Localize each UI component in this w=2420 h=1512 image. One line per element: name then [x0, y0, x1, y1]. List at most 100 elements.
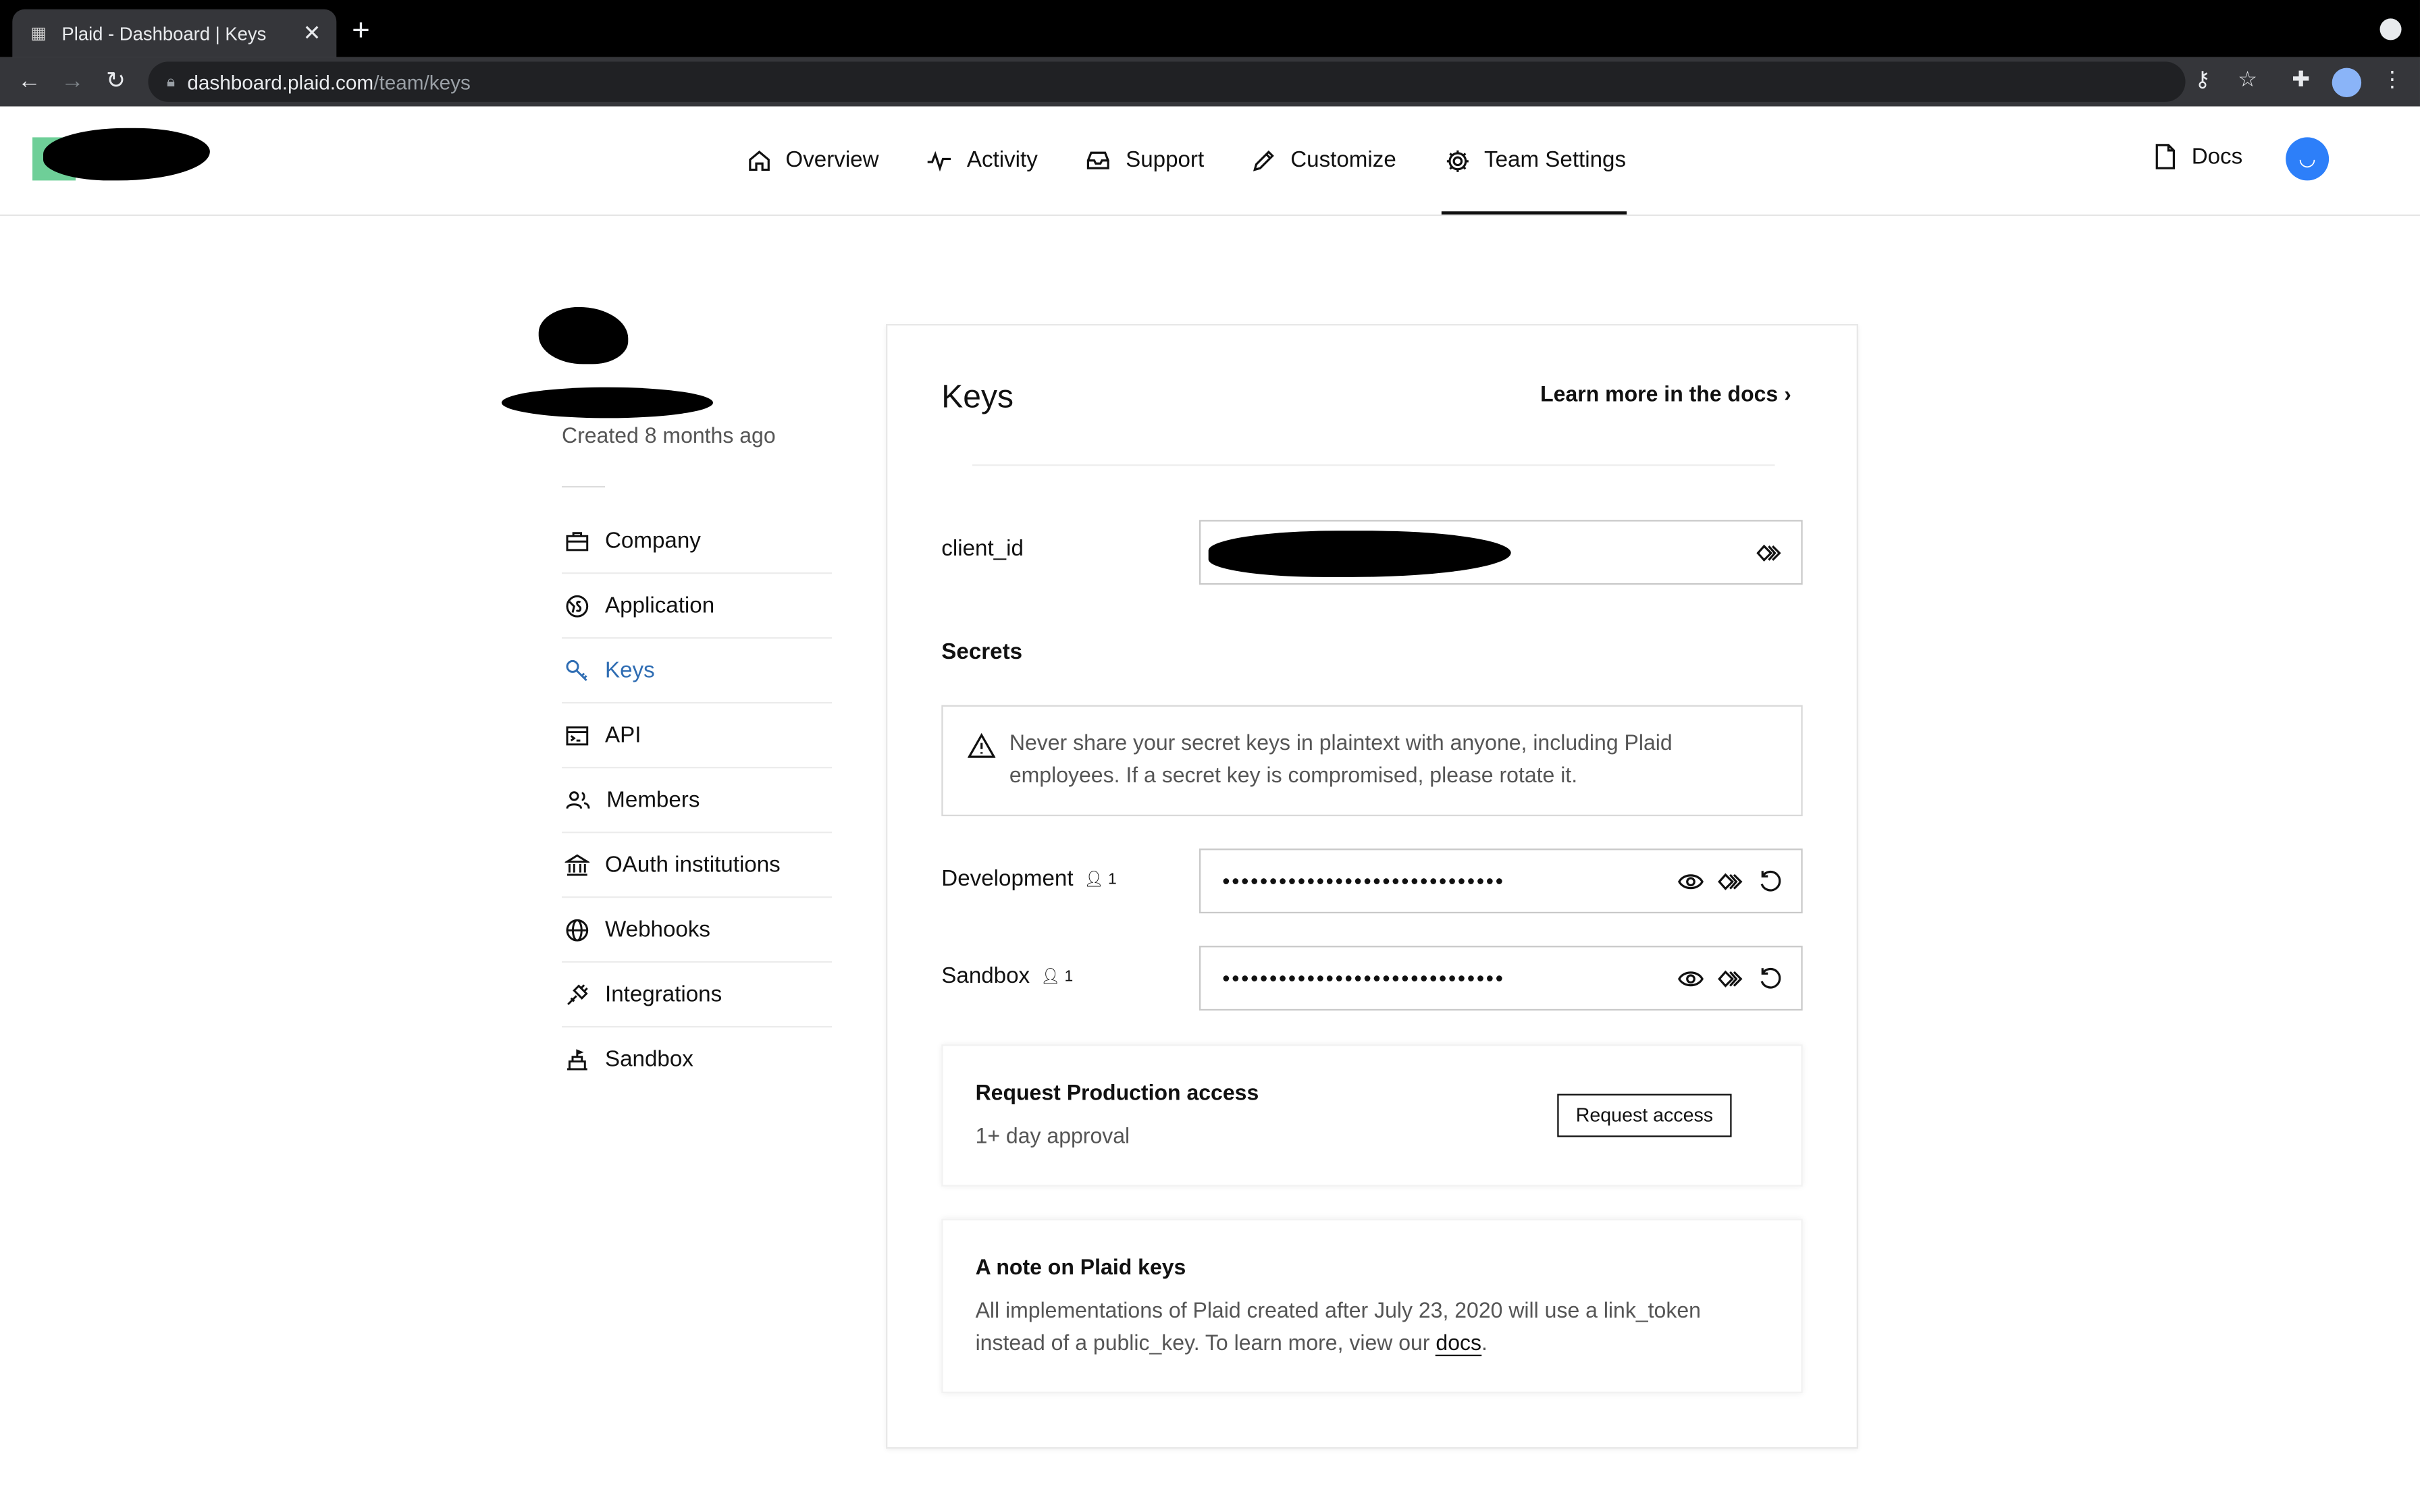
production-access-title: Request Production access — [975, 1079, 1259, 1105]
url-host: dashboard.plaid.com — [187, 70, 374, 94]
copy-icon[interactable] — [1718, 966, 1744, 992]
sandcastle-icon — [567, 1049, 587, 1071]
globe-icon — [566, 918, 589, 941]
bookmark-star-icon[interactable]: ☆ — [2238, 66, 2257, 92]
nav-team-settings-label: Team Settings — [1484, 148, 1627, 173]
production-access-panel: Request Production access 1+ day approva… — [941, 1044, 1803, 1187]
eye-icon[interactable] — [1678, 869, 1704, 895]
tab-search-icon[interactable] — [2379, 18, 2402, 40]
lock-icon: 🔒︎ — [166, 73, 176, 90]
sidebar-item-keys[interactable]: Keys — [561, 639, 832, 704]
copy-icon[interactable] — [1756, 540, 1783, 566]
sandbox-secret-label: Sandbox 👤︎ 1 — [941, 965, 1073, 990]
nav-team-settings[interactable]: Team Settings — [1441, 107, 1627, 215]
gear-icon — [1446, 149, 1469, 171]
title-divider — [972, 464, 1775, 466]
redacted-client-id — [1208, 531, 1511, 577]
development-secret-label: Development 👤︎ 1 — [941, 867, 1116, 892]
nav-support-label: Support — [1126, 148, 1205, 173]
keys-card: Keys Learn more in the docs › client_id … — [885, 323, 1858, 1449]
person-icon: 👤︎ — [1084, 871, 1104, 888]
extensions-icon[interactable]: ✚ — [2292, 66, 2310, 92]
key-password-icon[interactable]: ⚷ — [2194, 66, 2210, 92]
seat-count-value: 1 — [1064, 968, 1074, 986]
warning-icon — [968, 732, 996, 758]
browser-toolbar: ← → ↻ 🔒︎ dashboard.plaid.com/team/keys ⚷… — [0, 57, 2420, 107]
keys-note-panel: A note on Plaid keys All implementations… — [941, 1218, 1803, 1393]
sidebar-item-company[interactable]: Company — [561, 509, 832, 574]
sidebar-item-label: Webhooks — [604, 917, 710, 942]
team-created-date: Created 8 months ago — [561, 423, 776, 448]
briefcase-icon — [566, 531, 589, 551]
activity-icon — [928, 151, 951, 172]
sidebar-item-api[interactable]: API — [561, 703, 832, 769]
plaid-favicon-icon: ▦ — [30, 24, 47, 43]
nav-customize[interactable]: Customize — [1252, 107, 1396, 215]
sidebar-item-label: API — [604, 722, 641, 748]
secret-warning-notice: Never share your secret keys in plaintex… — [941, 705, 1803, 817]
sidebar-item-integrations[interactable]: Integrations — [561, 963, 832, 1028]
nav-activity-label: Activity — [966, 148, 1038, 173]
sidebar-item-label: Sandbox — [604, 1047, 693, 1073]
plug-icon — [567, 983, 588, 1004]
sidebar-item-webhooks[interactable]: Webhooks — [561, 898, 832, 963]
nav-customize-label: Customize — [1290, 148, 1396, 173]
sidebar-item-label: Keys — [604, 657, 655, 683]
masked-secret: •••••••••••••••••••••••••••••• — [1222, 868, 1505, 894]
masked-secret: •••••••••••••••••••••••••••••• — [1222, 965, 1505, 991]
back-icon[interactable]: ← — [14, 66, 45, 97]
forward-icon[interactable]: → — [57, 66, 88, 97]
rotate-icon[interactable] — [1758, 966, 1783, 992]
nav-overview-label: Overview — [785, 148, 879, 173]
sidebar-item-application[interactable]: Application — [561, 574, 832, 639]
browser-tab[interactable]: ▦ Plaid - Dashboard | Keys ✕ — [12, 9, 337, 57]
globe-dollar-icon — [566, 594, 589, 617]
sidebar-item-members[interactable]: Members — [561, 768, 832, 834]
development-label-text: Development — [941, 867, 1074, 892]
people-icon — [566, 790, 590, 809]
terminal-icon — [566, 726, 589, 745]
sidebar-item-label: Members — [606, 787, 700, 813]
sandbox-label-text: Sandbox — [941, 964, 1030, 990]
note-body-text: All implementations of Plaid created aft… — [975, 1297, 1701, 1355]
seat-count: 👤︎ 1 — [1041, 968, 1073, 985]
browser-tabstrip: ▦ Plaid - Dashboard | Keys ✕ + — [0, 0, 2420, 57]
copy-icon[interactable] — [1718, 869, 1744, 895]
bank-icon — [564, 853, 590, 875]
app-header: Overview Activity Support Customize Team… — [0, 106, 2420, 216]
address-bar[interactable]: 🔒︎ dashboard.plaid.com/team/keys — [148, 61, 2186, 102]
redacted-logo — [43, 128, 210, 181]
eye-icon[interactable] — [1678, 966, 1704, 992]
note-docs-link[interactable]: docs — [1436, 1330, 1482, 1357]
new-tab-icon[interactable]: + — [352, 14, 370, 50]
learn-more-docs-link[interactable]: Learn more in the docs › — [1540, 381, 1791, 406]
redacted-team-name — [501, 387, 713, 418]
rotate-icon[interactable] — [1758, 869, 1783, 895]
sidebar-item-label: OAuth institutions — [604, 852, 781, 878]
nav-overview[interactable]: Overview — [747, 107, 879, 215]
close-tab-icon[interactable]: ✕ — [303, 20, 321, 47]
client-id-field — [1199, 520, 1803, 585]
seat-count-value: 1 — [1107, 871, 1117, 888]
url-path: /team/keys — [373, 70, 471, 94]
document-icon — [2155, 144, 2176, 169]
request-access-button[interactable]: Request access — [1557, 1094, 1732, 1137]
page-title: Keys — [941, 379, 1014, 415]
development-secret-field: •••••••••••••••••••••••••••••• — [1199, 848, 1803, 914]
reload-icon[interactable]: ↻ — [101, 66, 132, 97]
production-approval-time: 1+ day approval — [975, 1123, 1130, 1148]
sidebar-item-oauth-institutions[interactable]: OAuth institutions — [561, 833, 832, 898]
main-nav: Overview Activity Support Customize Team… — [747, 107, 1674, 215]
pencil-icon — [1253, 150, 1275, 171]
docs-link[interactable]: Docs — [2155, 144, 2242, 170]
profile-avatar-icon[interactable] — [2332, 68, 2362, 97]
nav-activity[interactable]: Activity — [926, 107, 1038, 215]
browser-menu-icon[interactable]: ⋮ — [2382, 66, 2403, 92]
tab-title: Plaid - Dashboard | Keys — [61, 22, 267, 45]
user-avatar[interactable]: ◡ — [2286, 137, 2330, 181]
sidebar-divider — [561, 485, 605, 488]
sidebar-item-sandbox[interactable]: Sandbox — [562, 1027, 832, 1092]
secrets-heading: Secrets — [941, 640, 1023, 666]
sidebar-item-label: Company — [604, 528, 701, 554]
nav-support[interactable]: Support — [1086, 107, 1205, 215]
